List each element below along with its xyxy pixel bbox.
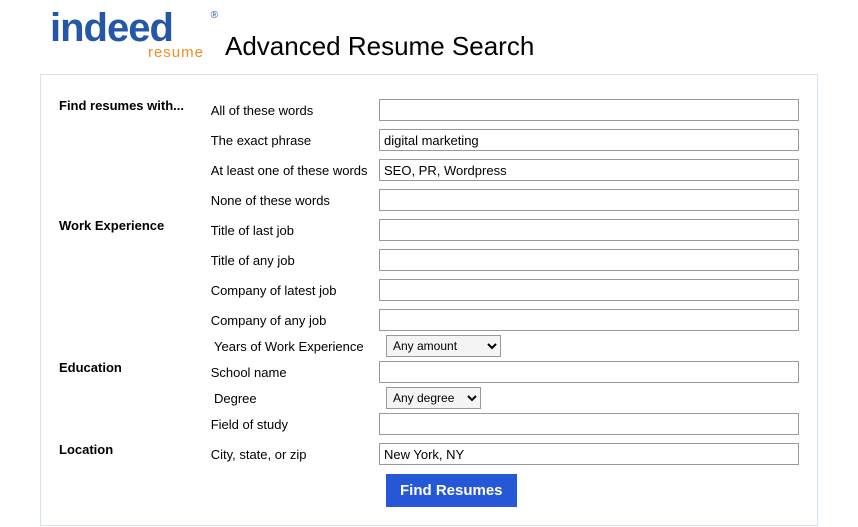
- exact-phrase-input[interactable]: [379, 129, 799, 151]
- field-study-input[interactable]: [379, 413, 799, 435]
- find-resumes-button[interactable]: Find Resumes: [386, 474, 517, 507]
- label-city-state-zip: City, state, or zip: [211, 447, 379, 462]
- all-words-input[interactable]: [379, 99, 799, 121]
- label-title-last: Title of last job: [211, 223, 379, 238]
- degree-select[interactable]: Any degree: [386, 387, 481, 409]
- label-school-name: School name: [211, 365, 379, 380]
- company-latest-input[interactable]: [379, 279, 799, 301]
- logo-text-main: indeed: [50, 8, 210, 48]
- label-none-words: None of these words: [211, 193, 379, 208]
- section-work-experience: Work Experience: [59, 215, 211, 233]
- label-company-latest: Company of latest job: [211, 283, 379, 298]
- label-all-words: All of these words: [211, 103, 379, 118]
- at-least-one-input[interactable]: [379, 159, 799, 181]
- label-title-any: Title of any job: [211, 253, 379, 268]
- indeed-logo: indeed resume ®: [50, 8, 210, 64]
- label-degree: Degree: [214, 391, 386, 406]
- section-find-resumes: Find resumes with...: [59, 95, 211, 113]
- label-company-any: Company of any job: [211, 313, 379, 328]
- label-field-study: Field of study: [211, 417, 379, 432]
- label-exact-phrase: The exact phrase: [211, 133, 379, 148]
- section-location: Location: [59, 439, 211, 457]
- label-years-experience: Years of Work Experience: [214, 339, 386, 354]
- years-experience-select[interactable]: Any amount: [386, 335, 501, 357]
- title-any-input[interactable]: [379, 249, 799, 271]
- none-words-input[interactable]: [379, 189, 799, 211]
- label-at-least-one: At least one of these words: [211, 163, 379, 178]
- school-name-input[interactable]: [379, 361, 799, 383]
- title-last-input[interactable]: [379, 219, 799, 241]
- company-any-input[interactable]: [379, 309, 799, 331]
- page-title: Advanced Resume Search: [225, 31, 534, 64]
- header: indeed resume ® Advanced Resume Search: [0, 0, 858, 74]
- city-state-zip-input[interactable]: [379, 443, 799, 465]
- search-form: Find resumes with... All of these words …: [40, 74, 818, 526]
- registered-mark: ®: [211, 10, 218, 21]
- section-education: Education: [59, 357, 211, 375]
